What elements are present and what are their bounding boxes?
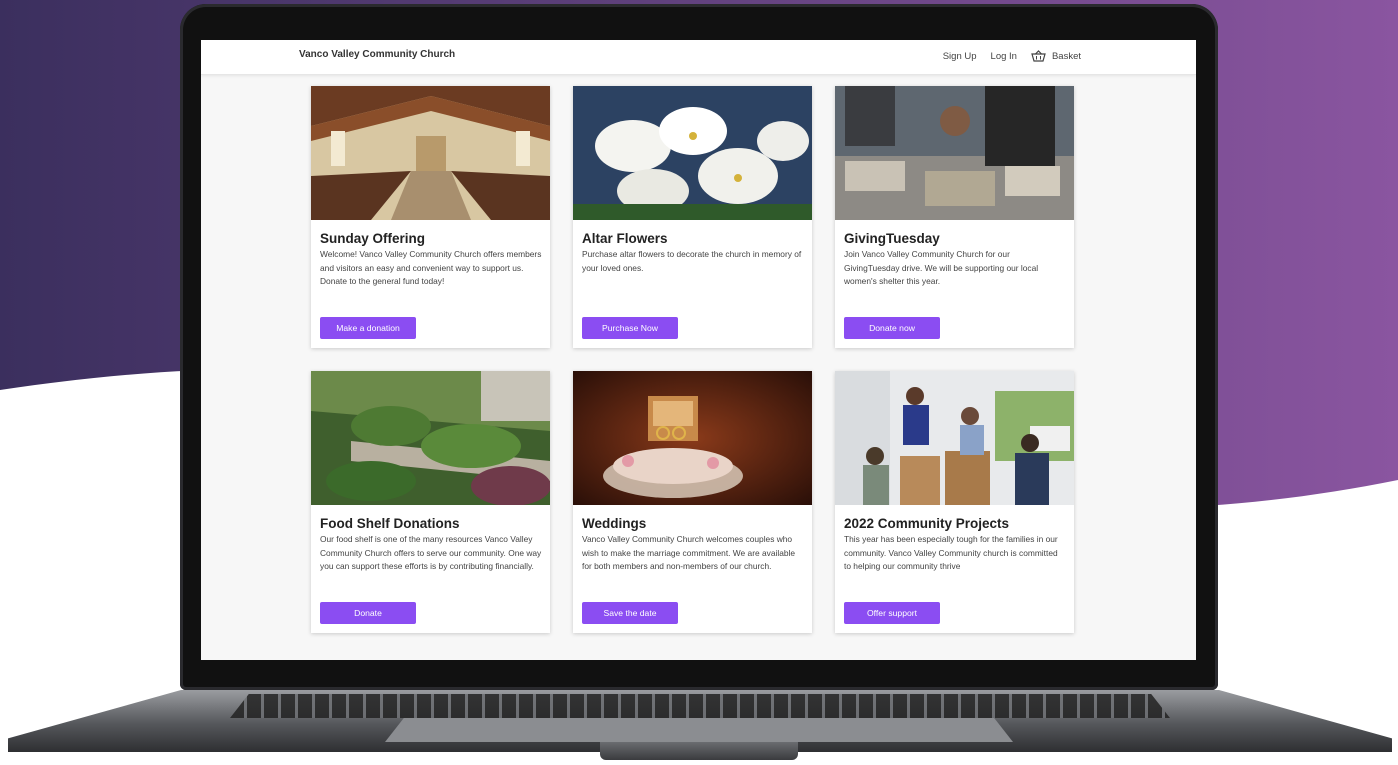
site-brand[interactable]: Vanco Valley Community Church [299,49,455,60]
weddings-image [573,371,812,505]
card-food-shelf: Food Shelf Donations Our food shelf is o… [311,371,551,633]
food-shelf-image [311,371,551,506]
card-description: Welcome! Vanco Valley Community Church o… [320,249,542,286]
header-nav: Sign Up Log In Basket [943,50,1081,62]
giving-tuesday-image [835,86,1074,220]
card-description: Vanco Valley Community Church welcomes c… [582,534,796,571]
site-header: Vanco Valley Community Church Sign Up Lo… [201,40,1196,75]
donate-now-button[interactable]: Donate now [844,317,940,339]
card-title: GivingTuesday [844,231,940,246]
card-description: Our food shelf is one of the many resour… [320,534,542,571]
log-in-link[interactable]: Log In [991,51,1017,62]
card-description: This year has been especially tough for … [844,534,1058,571]
card-sunday-offering: Sunday Offering Welcome! Vanco Valley Co… [311,86,550,348]
card-description: Purchase altar flowers to decorate the c… [582,249,802,273]
card-giving-tuesday: GivingTuesday Join Vanco Valley Communit… [835,86,1074,348]
card-altar-flowers: Altar Flowers Purchase altar flowers to … [573,86,812,348]
card-title: Altar Flowers [582,231,668,246]
offer-support-button[interactable]: Offer support [844,602,940,624]
community-projects-image [835,371,1074,505]
save-the-date-button[interactable]: Save the date [582,602,678,624]
laptop-trackpad [385,718,1013,742]
card-community-projects: 2022 Community Projects This year has be… [835,371,1074,633]
purchase-now-button[interactable]: Purchase Now [582,317,678,339]
donate-button[interactable]: Donate [320,602,416,624]
laptop-notch [600,742,798,760]
sign-up-link[interactable]: Sign Up [943,51,977,62]
card-title: Weddings [582,516,647,531]
basket-icon [1031,50,1046,62]
basket-label: Basket [1051,50,1081,62]
basket-link[interactable]: Basket [1031,50,1081,62]
altar-flowers-image [573,86,812,220]
card-description: Join Vanco Valley Community Church for o… [844,249,1039,286]
browser-screen: Vanco Valley Community Church Sign Up Lo… [201,40,1196,660]
make-donation-button[interactable]: Make a donation [320,317,416,339]
card-title: Food Shelf Donations [320,516,460,531]
card-title: 2022 Community Projects [844,516,1010,531]
card-weddings: Weddings Vanco Valley Community Church w… [573,371,812,633]
sunday-offering-image [311,86,550,220]
laptop-keyboard [230,694,1170,718]
card-title: Sunday Offering [320,231,426,246]
